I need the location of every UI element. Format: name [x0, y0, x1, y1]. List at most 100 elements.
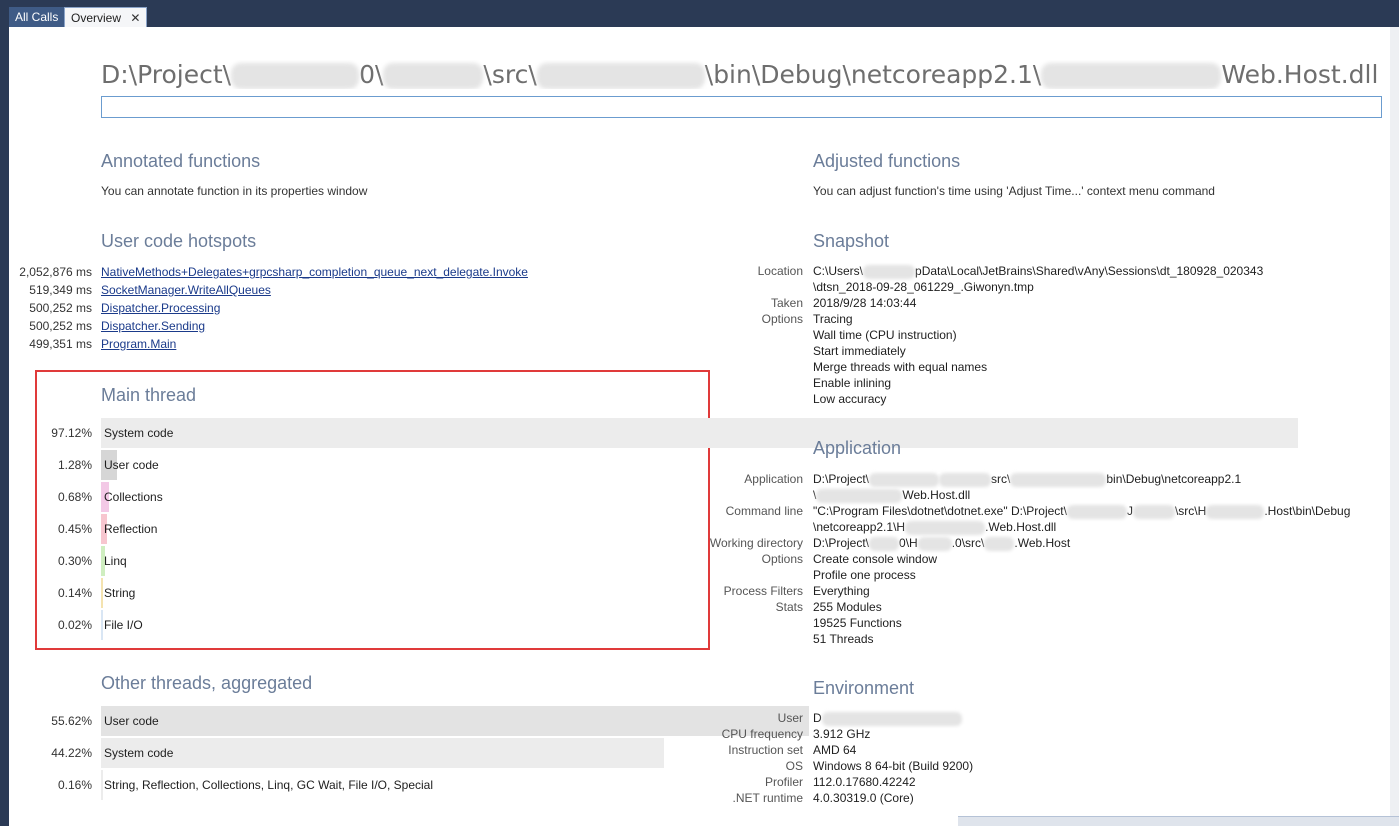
redacted-text: [1132, 504, 1175, 519]
application-value-2: \ Web.Host.dll: [813, 488, 970, 503]
path-segment: 0\: [359, 60, 384, 89]
redacted-text: [939, 472, 992, 487]
share-bar: [101, 738, 664, 768]
value-segment: .Web.Host.dll: [985, 520, 1057, 534]
hotspot-link[interactable]: NativeMethods+Delegates+grpcsharp_comple…: [101, 265, 528, 279]
redacted-text: [383, 63, 484, 89]
hotspot-time: 2,052,876 ms: [19, 265, 92, 279]
hotspot-link[interactable]: Dispatcher.Processing: [101, 301, 220, 315]
working-directory-key: Working directory: [709, 536, 803, 550]
redacted-text: [536, 63, 705, 89]
tab-label: Overview: [71, 11, 122, 25]
app-option: Profile one process: [813, 568, 916, 582]
redacted-text: [1066, 504, 1127, 519]
snapshot-option: Merge threads with equal names: [813, 360, 988, 374]
working-directory-value: D:\Project\ 0\H .0\src\ .Web.Host: [813, 536, 1070, 551]
redacted-text: [984, 536, 1015, 551]
share-percent: 0.16%: [57, 778, 92, 792]
value-segment: D:\Project\: [813, 536, 870, 550]
share-percent: 0.02%: [57, 618, 92, 632]
share-label: String: [104, 586, 136, 600]
profiler-key: Profiler: [764, 775, 803, 789]
user-code-hotspots-title: User code hotspots: [101, 231, 257, 251]
redacted-text: [1206, 504, 1265, 519]
process-filters-value: Everything: [813, 584, 870, 598]
value-segment: C:\Users\: [813, 264, 864, 278]
net-runtime-value: 4.0.30319.0 (Core): [813, 791, 914, 805]
snapshot-options-key: Options: [761, 312, 803, 326]
document-tab-bar: All Calls Overview ✕: [0, 0, 1399, 27]
cpu-frequency-value: 3.912 GHz: [813, 727, 871, 741]
vertical-scrollbar[interactable]: [1390, 27, 1399, 826]
user-key: User: [777, 711, 803, 725]
command-line-key: Command line: [725, 504, 803, 518]
hotspot-time: 499,351 ms: [29, 337, 92, 351]
close-icon[interactable]: ✕: [130, 11, 140, 25]
share-label: User code: [104, 458, 159, 472]
snapshot-location-value-2: \dtsn_2018-09-28_061229_.Giwonyn.tmp: [813, 280, 1034, 294]
command-line-value: "C:\Program Files\dotnet\dotnet.exe" D:\…: [813, 504, 1350, 519]
snapshot-option: Wall time (CPU instruction): [813, 328, 957, 342]
path-segment: \bin\Debug\netcoreapp2.1\: [704, 60, 1042, 89]
application-key: Application: [744, 472, 803, 486]
snapshot-taken-key: Taken: [770, 296, 803, 310]
annotated-functions-desc: You can annotate function in its propert…: [101, 184, 368, 198]
filter-input[interactable]: [101, 96, 1382, 118]
bottom-panel-edge: [958, 816, 1399, 826]
highlight-box: [35, 370, 710, 650]
redacted-text: [869, 536, 900, 551]
os-key: OS: [785, 759, 803, 773]
hotspot-link[interactable]: Dispatcher.Sending: [101, 319, 205, 333]
snapshot-option: Tracing: [813, 312, 853, 326]
environment-title: Environment: [813, 678, 915, 698]
share-label: String, Reflection, Collections, Linq, G…: [104, 778, 434, 792]
share-percent: 0.68%: [57, 490, 92, 504]
main-thread-title: Main thread: [101, 385, 197, 405]
share-percent: 0.45%: [57, 522, 92, 536]
adjusted-functions-title: Adjusted functions: [813, 151, 961, 171]
snapshot-location-key: Location: [757, 264, 803, 278]
snapshot-taken-value: 2018/9/28 14:03:44: [813, 296, 917, 310]
snapshot-option: Low accuracy: [813, 392, 887, 406]
redacted-text: [821, 711, 962, 726]
share-label: Collections: [104, 490, 163, 504]
application-title: Application: [813, 438, 902, 458]
os-value: Windows 8 64-bit (Build 9200): [813, 759, 974, 773]
share-percent: 0.14%: [57, 586, 92, 600]
share-label: File I/O: [104, 618, 143, 632]
application-value: D:\Project\ src\ bin\Debug\netcoreapp2.1: [813, 472, 1241, 487]
share-percent: 44.22%: [51, 746, 92, 760]
stats-value: 19525 Functions: [813, 616, 902, 630]
share-label: Reflection: [104, 522, 158, 536]
share-label: System code: [104, 746, 174, 760]
hotspot-link[interactable]: Program.Main: [101, 337, 176, 351]
redacted-text: [816, 488, 903, 503]
tab-overview[interactable]: Overview ✕: [64, 7, 148, 27]
value-segment: D:\Project\: [813, 472, 870, 486]
hotspot-time: 500,252 ms: [29, 319, 92, 333]
share-bar: [101, 770, 103, 800]
tab-all-calls[interactable]: All Calls: [9, 7, 65, 27]
snapshot-option: Enable inlining: [813, 376, 892, 390]
value-segment: \netcoreapp2.1\H: [813, 520, 906, 534]
stats-value: 51 Threads: [813, 632, 874, 646]
annotated-functions-title: Annotated functions: [101, 151, 261, 171]
value-segment: Web.Host.dll: [902, 488, 971, 502]
value-segment: src\: [991, 472, 1011, 486]
hotspot-time: 519,349 ms: [29, 283, 92, 297]
snapshot-option: Start immediately: [813, 344, 906, 358]
snapshot-title: Snapshot: [813, 231, 890, 251]
stats-value: 255 Modules: [813, 600, 882, 614]
value-segment: D: [813, 711, 822, 725]
redacted-text: [1041, 63, 1222, 89]
redacted-text: [863, 264, 916, 279]
hotspot-link[interactable]: SocketManager.WriteAllQueues: [101, 283, 271, 297]
snapshot-location-value: C:\Users\ pData\Local\JetBrains\Shared\vA…: [813, 264, 1263, 279]
path-segment: \src\: [483, 60, 537, 89]
cpu-frequency-key: CPU frequency: [721, 727, 803, 741]
share-percent: 0.30%: [57, 554, 92, 568]
profiler-value: 112.0.17680.42242: [813, 775, 916, 789]
stats-key: Stats: [775, 600, 803, 614]
redacted-text: [869, 472, 940, 487]
redacted-text: [905, 520, 986, 535]
